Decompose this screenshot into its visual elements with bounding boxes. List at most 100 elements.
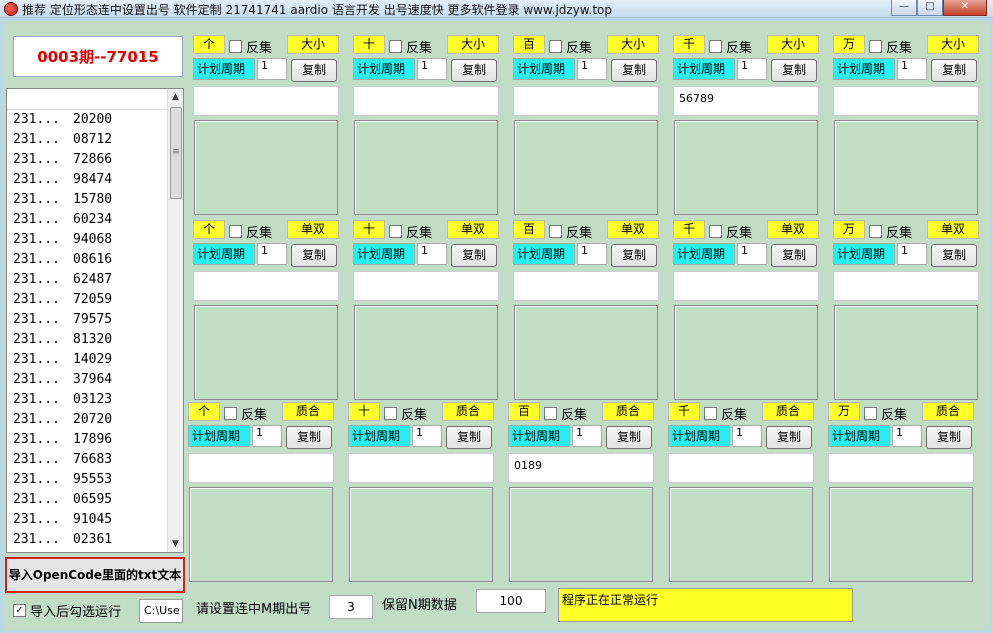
reverse-set-checkbox[interactable]: 反集 (229, 37, 272, 56)
reverse-set-checkbox[interactable]: 反集 (549, 222, 592, 241)
plan-cycle-input[interactable]: 1 (577, 58, 607, 80)
plan-cycle-input[interactable]: 1 (897, 58, 927, 80)
minimize-button[interactable]: — (891, 0, 917, 16)
file-path-input[interactable]: C:\Use (139, 599, 183, 623)
list-item[interactable]: 231... 08712 (7, 130, 183, 150)
reverse-set-checkbox[interactable]: 反集 (544, 404, 587, 423)
plan-cycle-input[interactable]: 1 (897, 243, 927, 265)
result-field[interactable] (833, 271, 979, 301)
output-textarea[interactable] (829, 487, 973, 582)
plan-cycle-input[interactable]: 1 (737, 58, 767, 80)
output-textarea[interactable] (189, 487, 333, 582)
copy-button[interactable]: 复制 (451, 244, 497, 267)
scroll-up-icon[interactable]: ▲ (168, 89, 183, 105)
output-textarea[interactable] (354, 120, 498, 215)
copy-button[interactable]: 复制 (771, 244, 817, 267)
output-textarea[interactable] (834, 120, 978, 215)
result-field[interactable] (833, 86, 979, 116)
reverse-set-checkbox[interactable]: 反集 (389, 222, 432, 241)
checkbox-icon[interactable] (709, 225, 722, 238)
history-list[interactable]: 231... 20200 231... 08712 231... 72866 231... 9… (6, 88, 184, 553)
list-item[interactable]: 231... 98474 (7, 170, 183, 190)
list-item[interactable]: 231... 91045 (7, 510, 183, 530)
output-textarea[interactable] (194, 120, 338, 215)
output-textarea[interactable] (674, 120, 818, 215)
result-field[interactable]: 56789 (673, 86, 819, 116)
maximize-button[interactable]: □ (917, 0, 943, 16)
copy-button[interactable]: 复制 (611, 59, 657, 82)
copy-button[interactable]: 复制 (606, 426, 652, 449)
list-item[interactable]: 231... 20200 (7, 110, 183, 130)
copy-button[interactable]: 复制 (291, 59, 337, 82)
list-item[interactable]: 231... 08616 (7, 250, 183, 270)
auto-run-checkbox[interactable]: ✓ 导入后勾选运行 (13, 601, 121, 620)
checkbox-icon[interactable] (549, 40, 562, 53)
copy-button[interactable]: 复制 (291, 244, 337, 267)
checkbox-icon[interactable] (864, 407, 877, 420)
copy-button[interactable]: 复制 (931, 59, 977, 82)
result-field[interactable] (673, 271, 819, 301)
copy-button[interactable]: 复制 (446, 426, 492, 449)
list-item[interactable]: 231... 72059 (7, 290, 183, 310)
list-item[interactable]: 231... 79575 (7, 310, 183, 330)
plan-cycle-input[interactable]: 1 (252, 425, 282, 447)
reverse-set-checkbox[interactable]: 反集 (709, 37, 752, 56)
plan-cycle-input[interactable]: 1 (737, 243, 767, 265)
checkbox-icon[interactable] (544, 407, 557, 420)
copy-button[interactable]: 复制 (771, 59, 817, 82)
result-field[interactable] (348, 453, 494, 483)
plan-cycle-input[interactable]: 1 (577, 243, 607, 265)
copy-button[interactable]: 复制 (931, 244, 977, 267)
output-textarea[interactable] (354, 305, 498, 400)
m-periods-input[interactable]: 3 (329, 595, 373, 619)
result-field[interactable] (193, 86, 339, 116)
list-item[interactable]: 231... 14029 (7, 350, 183, 370)
reverse-set-checkbox[interactable]: 反集 (224, 404, 267, 423)
list-item[interactable]: 231... 76683 (7, 450, 183, 470)
result-field[interactable] (828, 453, 974, 483)
result-field[interactable] (188, 453, 334, 483)
output-textarea[interactable] (669, 487, 813, 582)
output-textarea[interactable] (194, 305, 338, 400)
reverse-set-checkbox[interactable]: 反集 (864, 404, 907, 423)
list-item[interactable]: 231... 06595 (7, 490, 183, 510)
checkbox-icon[interactable] (229, 40, 242, 53)
checkbox-icon[interactable] (869, 40, 882, 53)
reverse-set-checkbox[interactable]: 反集 (869, 37, 912, 56)
checkbox-icon[interactable] (704, 407, 717, 420)
result-field[interactable] (353, 271, 499, 301)
copy-button[interactable]: 复制 (451, 59, 497, 82)
checkbox-icon[interactable] (224, 407, 237, 420)
result-field[interactable] (668, 453, 814, 483)
plan-cycle-input[interactable]: 1 (732, 425, 762, 447)
checkbox-icon[interactable] (229, 225, 242, 238)
plan-cycle-input[interactable]: 1 (257, 58, 287, 80)
checkbox-icon[interactable] (389, 40, 402, 53)
list-item[interactable]: 231... 60234 (7, 210, 183, 230)
output-textarea[interactable] (349, 487, 493, 582)
copy-button[interactable]: 复制 (611, 244, 657, 267)
list-item[interactable]: 231... 17896 (7, 430, 183, 450)
reverse-set-checkbox[interactable]: 反集 (704, 404, 747, 423)
checkbox-icon[interactable] (709, 40, 722, 53)
close-button[interactable]: ✕ (943, 0, 987, 16)
reverse-set-checkbox[interactable]: 反集 (709, 222, 752, 241)
result-field[interactable] (513, 86, 659, 116)
result-field[interactable] (193, 271, 339, 301)
result-field[interactable] (513, 271, 659, 301)
plan-cycle-input[interactable]: 1 (892, 425, 922, 447)
output-textarea[interactable] (514, 120, 658, 215)
plan-cycle-input[interactable]: 1 (257, 243, 287, 265)
output-textarea[interactable] (834, 305, 978, 400)
reverse-set-checkbox[interactable]: 反集 (389, 37, 432, 56)
list-scrollbar[interactable]: ▲ ≡ ▼ (167, 89, 183, 552)
n-periods-input[interactable]: 100 (476, 589, 546, 613)
list-item[interactable]: 231... 62487 (7, 270, 183, 290)
scroll-down-icon[interactable]: ▼ (168, 536, 183, 552)
reverse-set-checkbox[interactable]: 反集 (384, 404, 427, 423)
list-item[interactable]: 231... 95553 (7, 470, 183, 490)
list-item[interactable]: 231... 20720 (7, 410, 183, 430)
plan-cycle-input[interactable]: 1 (417, 243, 447, 265)
plan-cycle-input[interactable]: 1 (417, 58, 447, 80)
scroll-thumb[interactable]: ≡ (170, 107, 182, 199)
